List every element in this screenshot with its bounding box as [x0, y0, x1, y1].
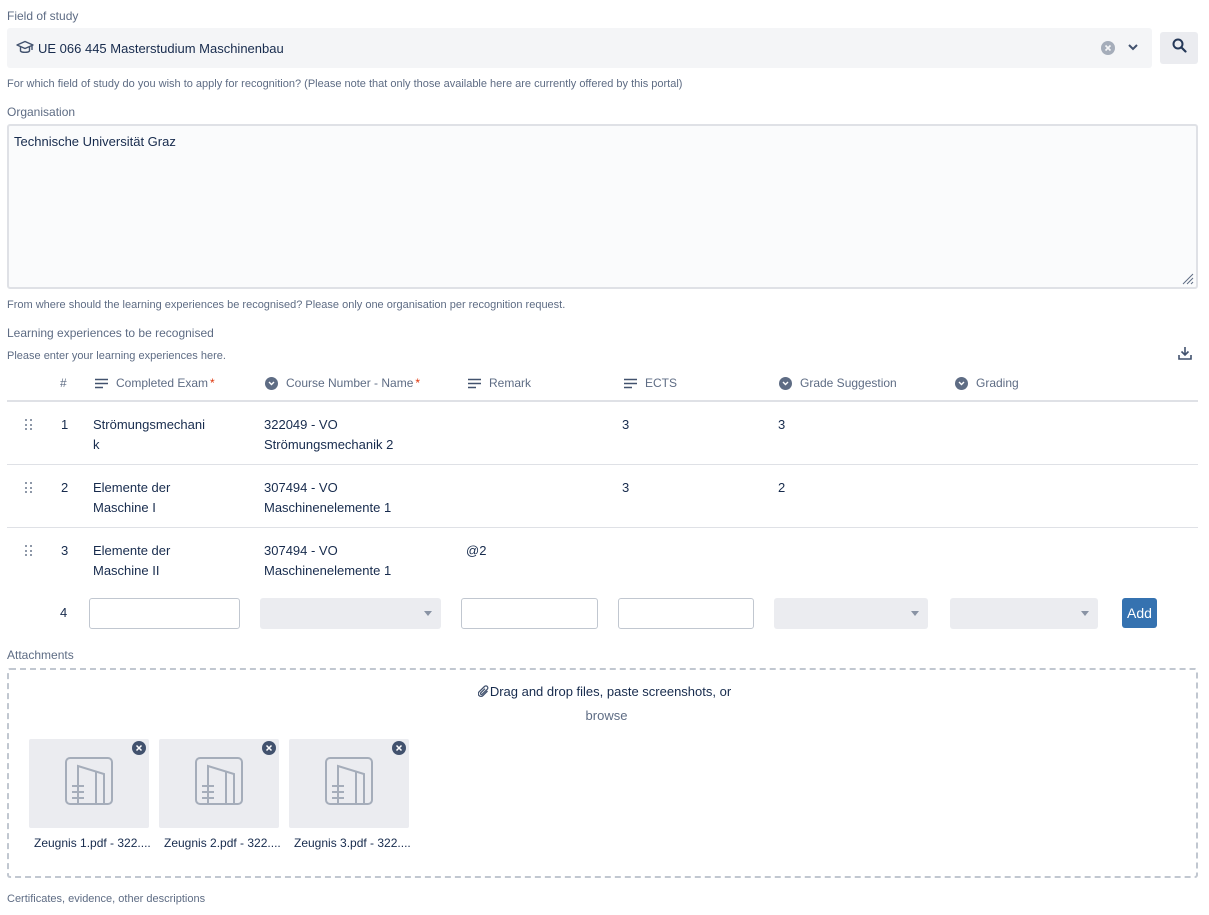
course-select[interactable] [260, 598, 441, 629]
cell-course: 322049 - VO Strömungsmechanik 2 [264, 417, 394, 452]
organisation-textarea[interactable]: Technische Universität Graz [7, 124, 1198, 289]
text-lines-icon [467, 376, 481, 390]
attachments-help: Certificates, evidence, other descriptio… [7, 893, 206, 905]
attachment-thumbnail[interactable] [289, 739, 409, 828]
document-icon [64, 756, 114, 811]
grade-suggestion-select[interactable] [774, 598, 928, 629]
column-header-ects[interactable]: ECTS [623, 376, 677, 390]
cell-course: 307494 - VO Maschinenelemente 1 [264, 543, 392, 578]
column-header-grade-suggestion[interactable]: Grade Suggestion [779, 376, 897, 390]
remove-attachment-icon[interactable] [392, 741, 406, 755]
completed-exam-input[interactable] [89, 598, 240, 629]
drag-handle-icon[interactable] [25, 545, 33, 557]
cell-grade-suggestion: 2 [778, 480, 786, 495]
learning-experiences-label: Learning experiences to be recognised [7, 326, 214, 340]
chevron-circle-icon [265, 376, 278, 390]
attachment-thumbnail[interactable] [29, 739, 149, 828]
cell-completed-exam: Elemente der Maschine II [93, 543, 171, 578]
row-number: 2 [61, 480, 69, 495]
chevron-circle-icon [955, 376, 968, 390]
document-icon [194, 756, 244, 811]
cell-course: 307494 - VO Maschinenelemente 1 [264, 480, 392, 515]
paperclip-icon [477, 684, 490, 701]
attachment-filename: Zeugnis 1.pdf - 322.... [34, 836, 151, 850]
remark-input[interactable] [461, 598, 598, 629]
chevron-down-icon[interactable] [1126, 40, 1140, 54]
browse-link[interactable]: browse [0, 708, 1209, 723]
attachment-thumbnail[interactable] [159, 739, 279, 828]
column-header-completed-exam[interactable]: Completed Exam * [94, 376, 215, 390]
remove-attachment-icon[interactable] [262, 741, 276, 755]
resize-handle-icon[interactable] [1180, 271, 1194, 285]
column-header-remark[interactable]: Remark [467, 376, 531, 390]
grading-select[interactable] [950, 598, 1098, 629]
drag-handle-icon[interactable] [25, 419, 33, 431]
search-icon [1172, 38, 1187, 58]
field-of-study-label: Field of study [7, 9, 79, 23]
new-row-number: 4 [60, 605, 68, 620]
row-divider [7, 464, 1198, 465]
column-header-grading[interactable]: Grading [955, 376, 1019, 390]
cell-grade-suggestion: 3 [778, 417, 786, 432]
cell-ects: 3 [622, 417, 630, 432]
attachment-filename: Zeugnis 2.pdf - 322.... [164, 836, 281, 850]
field-of-study-value: UE 066 445 Masterstudium Maschinenbau [38, 40, 284, 56]
text-lines-icon [623, 376, 637, 390]
attachment-filename: Zeugnis 3.pdf - 322.... [294, 836, 411, 850]
field-of-study-help: For which field of study do you wish to … [7, 78, 683, 90]
graduation-cap-icon [16, 39, 34, 57]
dropzone-text: Drag and drop files, paste screenshots, … [0, 684, 1209, 701]
cell-completed-exam: Elemente der Maschine I [93, 480, 171, 515]
search-button[interactable] [1160, 32, 1198, 64]
cell-ects: 3 [622, 480, 630, 495]
cell-completed-exam: Strömungsmechani k [93, 417, 205, 452]
row-number: 3 [61, 543, 69, 558]
dropdown-arrow-icon [1081, 611, 1089, 616]
column-header-course[interactable]: Course Number - Name * [265, 376, 420, 390]
cell-remark: @2 [466, 543, 487, 558]
row-divider [7, 527, 1198, 528]
column-header-number: # [60, 376, 67, 390]
organisation-label: Organisation [7, 105, 76, 119]
learning-experiences-help: Please enter your learning experiences h… [7, 350, 226, 362]
row-number: 1 [61, 417, 69, 432]
remove-attachment-icon[interactable] [132, 741, 146, 755]
table-header-divider [7, 400, 1198, 402]
document-icon [324, 756, 374, 811]
add-button[interactable]: Add [1122, 598, 1157, 628]
clear-icon[interactable] [1101, 41, 1115, 55]
drag-handle-icon[interactable] [25, 482, 33, 494]
dropdown-arrow-icon [911, 611, 919, 616]
field-of-study-select[interactable]: UE 066 445 Masterstudium Maschinenbau [7, 28, 1152, 68]
ects-input[interactable] [618, 598, 754, 629]
organisation-help: From where should the learning experienc… [7, 299, 566, 311]
attachments-label: Attachments [7, 648, 74, 662]
text-lines-icon [94, 376, 108, 390]
chevron-circle-icon [779, 376, 792, 390]
dropdown-arrow-icon [424, 611, 432, 616]
download-icon[interactable] [1177, 345, 1193, 366]
